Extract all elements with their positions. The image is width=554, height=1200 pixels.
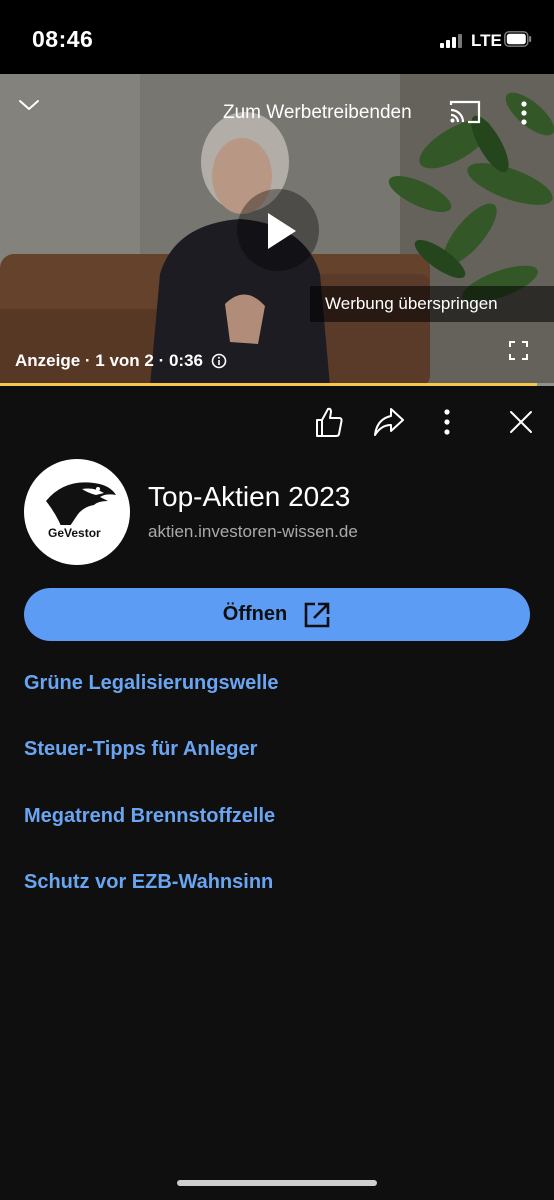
chevron-down-icon[interactable] xyxy=(18,94,40,116)
logo-wordmark: GeVestor xyxy=(48,526,101,540)
ad-link-tax-tips[interactable]: Steuer-Tipps für Anleger xyxy=(24,738,257,761)
ad-link-green-legalization[interactable]: Grüne Legalisierungswelle xyxy=(24,672,279,695)
status-time: 08:46 xyxy=(32,26,94,52)
ad-progress-bar xyxy=(0,383,554,386)
eagle-logo-graphic xyxy=(44,482,116,539)
skip-ad-label: Werbung überspringen xyxy=(325,294,498,313)
external-link-icon xyxy=(304,602,330,627)
ad-progress-fill xyxy=(0,383,538,386)
cast-icon[interactable] xyxy=(449,99,481,125)
advertiser-link[interactable]: Zum Werbetreibenden xyxy=(223,102,412,124)
video-player[interactable]: Zum Werbetreibenden Werbung überspringen… xyxy=(0,74,554,386)
open-button-label: Öffnen xyxy=(222,603,288,625)
thumbs-up-icon[interactable] xyxy=(314,405,344,439)
advertiser-logo: GeVestor xyxy=(24,459,130,565)
signal-icon xyxy=(440,34,464,48)
open-button[interactable]: Öffnen xyxy=(24,588,530,641)
home-indicator[interactable] xyxy=(177,1180,377,1186)
fullscreen-icon[interactable] xyxy=(509,341,528,360)
more-vert-icon[interactable] xyxy=(518,100,530,126)
ad-link-ecb-protection[interactable]: Schutz vor EZB-Wahnsinn xyxy=(24,871,273,894)
close-icon[interactable] xyxy=(508,409,534,435)
ad-info: Anzeige · 1 von 2 · 0:36 xyxy=(15,351,227,371)
share-icon[interactable] xyxy=(372,405,406,439)
play-button[interactable] xyxy=(237,189,319,271)
ad-title: Top-Aktien 2023 xyxy=(148,481,351,512)
status-bar: 08:46 LTE xyxy=(0,0,554,74)
ad-info-label: Anzeige · 1 von 2 · 0:36 xyxy=(15,351,203,370)
action-row xyxy=(0,405,554,445)
info-icon[interactable] xyxy=(211,353,227,369)
network-label: LTE xyxy=(471,31,502,50)
play-icon xyxy=(268,213,296,249)
battery-icon xyxy=(504,31,532,47)
more-vert-icon[interactable] xyxy=(441,405,453,439)
skip-ad-button[interactable]: Werbung überspringen xyxy=(310,286,554,322)
ad-domain: aktien.investoren-wissen.de xyxy=(148,522,358,541)
ad-link-fuel-cell[interactable]: Megatrend Brennstoffzelle xyxy=(24,805,275,828)
